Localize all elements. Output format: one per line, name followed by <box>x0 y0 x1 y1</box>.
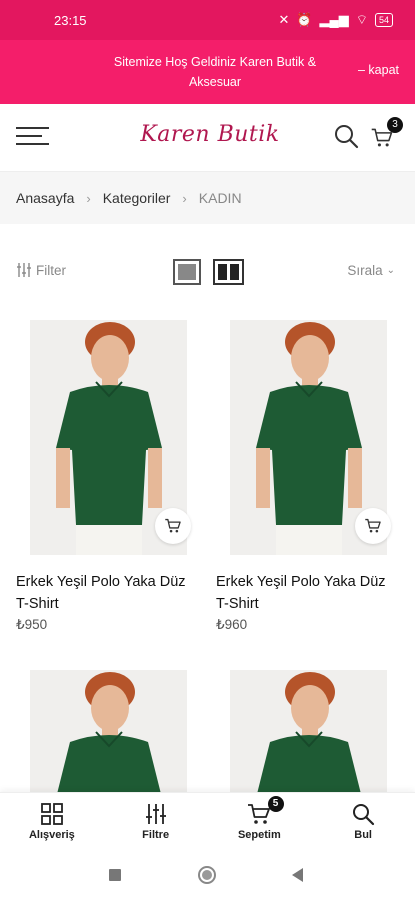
status-icons: ✕ ⏰ ▂▄▆ ⌔ 54 <box>278 12 393 28</box>
mute-icon: ✕ <box>278 12 290 27</box>
site-header: Karen Butik 3 <box>0 104 415 172</box>
cart-icon <box>165 518 181 533</box>
sort-dropdown[interactable]: Sırala ⌄ <box>347 263 395 278</box>
signal-icon: ▂▄▆ <box>319 12 349 27</box>
chevron-right-icon: › <box>86 190 91 206</box>
search-icon[interactable] <box>333 123 359 149</box>
grid-icon <box>40 803 63 825</box>
chevron-right-icon: › <box>182 190 187 206</box>
alarm-icon: ⏰ <box>296 12 313 27</box>
status-time: 23:15 <box>54 12 87 28</box>
nav-search-label: Bul <box>354 829 372 841</box>
status-bar: 23:15 ✕ ⏰ ▂▄▆ ⌔ 54 <box>0 0 415 40</box>
sliders-icon <box>145 804 166 824</box>
site-logo[interactable]: Karen Butik <box>110 122 310 147</box>
promo-close-button[interactable]: – kapat <box>358 63 399 77</box>
recents-icon[interactable] <box>109 869 121 881</box>
back-icon[interactable] <box>292 868 303 882</box>
filter-button[interactable]: Filter <box>16 262 66 278</box>
product-name[interactable]: Erkek Yeşil Polo Yaka Düz T-Shirt <box>216 571 386 615</box>
system-nav-bar <box>0 850 415 900</box>
promo-banner: Sitemize Hoş Geldiniz Karen Butik & Akse… <box>0 40 415 104</box>
nav-cart-badge: 5 <box>267 796 284 812</box>
product-price: ₺960 <box>216 617 248 632</box>
two-column-view-button[interactable] <box>213 259 244 285</box>
breadcrumb-current: KADIN <box>198 190 242 206</box>
cart-icon <box>365 518 381 533</box>
sliders-icon <box>17 263 31 277</box>
breadcrumb-home[interactable]: Anasayfa <box>16 190 74 206</box>
nav-cart[interactable]: 5 Sepetim <box>208 793 312 850</box>
cart-button[interactable]: 3 <box>370 117 403 151</box>
product-name[interactable]: Erkek Yeşil Polo Yaka Düz T-Shirt <box>16 571 186 615</box>
breadcrumb: Anasayfa › Kategoriler › KADIN <box>0 172 415 224</box>
chevron-down-icon: ⌄ <box>386 265 395 276</box>
filter-label: Filter <box>36 262 66 278</box>
add-to-cart-button[interactable] <box>155 508 191 544</box>
nav-filter[interactable]: Filtre <box>104 793 208 850</box>
cart-count-badge: 3 <box>387 117 403 133</box>
home-icon[interactable] <box>198 866 216 884</box>
breadcrumb-categories[interactable]: Kategoriler <box>103 190 171 206</box>
nav-shopping-label: Alışveriş <box>28 829 75 841</box>
nav-search[interactable]: Bul <box>311 793 415 850</box>
product-price: ₺950 <box>16 617 48 632</box>
wifi-icon: ⌔ <box>355 12 368 27</box>
battery-icon: 54 <box>374 13 393 27</box>
nav-filter-label: Filtre <box>142 829 170 841</box>
menu-icon[interactable] <box>16 127 49 149</box>
nav-cart-label: Sepetim <box>237 829 281 841</box>
bottom-nav: Alışveriş Filtre 5 Sepetim Bul <box>0 792 415 850</box>
single-column-view-button[interactable] <box>173 259 201 285</box>
search-icon <box>353 804 375 826</box>
nav-shopping[interactable]: Alışveriş <box>0 793 104 850</box>
listing-toolbar: Filter Sırala ⌄ <box>0 254 415 290</box>
sort-label: Sırala <box>347 263 383 278</box>
add-to-cart-button[interactable] <box>355 508 391 544</box>
promo-message: Sitemize Hoş Geldiniz Karen Butik & Akse… <box>113 55 317 89</box>
